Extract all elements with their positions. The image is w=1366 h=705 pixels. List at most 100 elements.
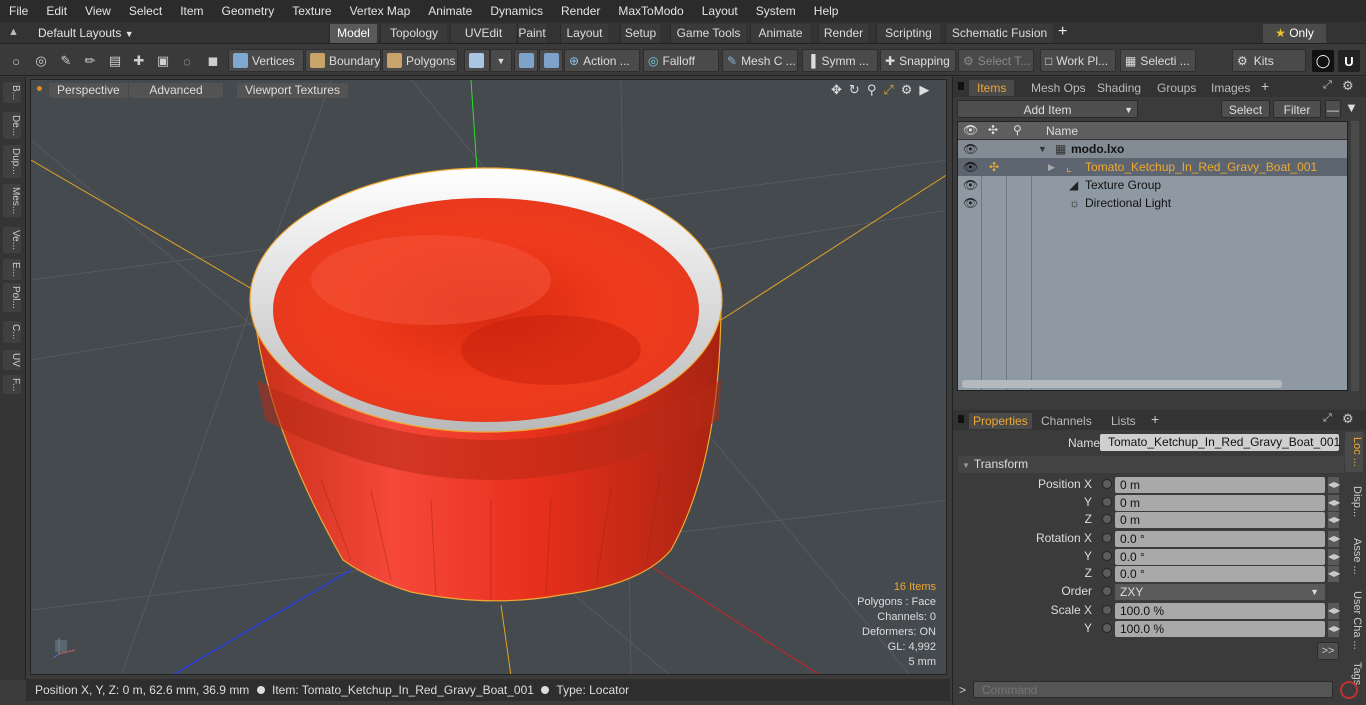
add-item-button[interactable]: Add Item ▼ bbox=[957, 100, 1138, 118]
advanced-tab[interactable]: Advanced bbox=[129, 83, 223, 98]
square-icon[interactable]: ▣ bbox=[152, 50, 174, 72]
menu-item-view[interactable]: View bbox=[76, 0, 120, 22]
snap-b-button[interactable] bbox=[539, 49, 563, 72]
stepper-arrows-icon[interactable]: ◀▶ bbox=[1328, 512, 1340, 528]
left-tab-4[interactable]: Ve... bbox=[3, 227, 21, 254]
perspective-tab[interactable]: Perspective bbox=[49, 83, 128, 98]
action-center-button[interactable]: ⊕ Action ... bbox=[564, 49, 640, 72]
left-tab-9[interactable]: F... bbox=[3, 375, 21, 395]
menu-item-system[interactable]: System bbox=[747, 0, 805, 22]
tab-setup[interactable]: Setup bbox=[620, 24, 660, 43]
globe-icon[interactable]: ◎ bbox=[30, 50, 52, 72]
list-item[interactable]: 👁 ◢ Texture Group bbox=[958, 176, 1347, 194]
keyframe-dot-icon[interactable] bbox=[1102, 514, 1112, 524]
expand-panel-icon[interactable]: ⤢ bbox=[1323, 412, 1332, 425]
circle-select-icon[interactable]: ○ bbox=[5, 50, 27, 72]
menu-item-dynamics[interactable]: Dynamics bbox=[481, 0, 552, 22]
stepper-arrows-icon[interactable]: ◀▶ bbox=[1328, 603, 1340, 619]
panel-menu-icon[interactable] bbox=[958, 82, 964, 90]
value-field[interactable]: 0.0 ° bbox=[1115, 531, 1325, 547]
stepper-arrows-icon[interactable]: ◀▶ bbox=[1328, 621, 1340, 637]
keyframe-dot-icon[interactable] bbox=[1102, 479, 1112, 489]
record-icon[interactable] bbox=[1340, 681, 1358, 699]
menu-item-edit[interactable]: Edit bbox=[37, 0, 76, 22]
list-item-selected[interactable]: 👁 ✣ ▶ ⌞ Tomato_Ketchup_In_Red_Gravy_Boat… bbox=[958, 158, 1347, 176]
zoom-view-icon[interactable]: ⚲ bbox=[867, 82, 884, 97]
side-tab-0[interactable]: Loc ... bbox=[1345, 432, 1363, 472]
order-dropdown[interactable]: ZXY ▼ bbox=[1115, 584, 1325, 600]
3d-viewport[interactable]: Perspective Advanced Viewport Textures ✥… bbox=[30, 79, 947, 675]
tab-items[interactable]: Items bbox=[969, 80, 1015, 96]
keyframe-dot-icon[interactable] bbox=[1102, 586, 1112, 596]
funnel-icon[interactable]: ▼ bbox=[1345, 100, 1358, 115]
stepper-arrows-icon[interactable]: ◀▶ bbox=[1328, 549, 1340, 565]
panel-gear-icon[interactable]: ⚙ bbox=[1342, 411, 1354, 427]
left-tab-8[interactable]: UV bbox=[3, 350, 21, 370]
menu-item-select[interactable]: Select bbox=[120, 0, 171, 22]
tab-render[interactable]: Render bbox=[818, 24, 868, 43]
expand-triangle-icon[interactable]: ▼ bbox=[1038, 140, 1047, 158]
keyframe-dot-icon[interactable] bbox=[1102, 623, 1112, 633]
expand-panel-icon[interactable]: ⤢ bbox=[1323, 79, 1332, 92]
tab-model[interactable]: Model bbox=[329, 24, 377, 43]
select-button[interactable]: Select bbox=[1221, 100, 1270, 118]
name-field[interactable]: Tomato_Ketchup_In_Red_Gravy_Boat_001 bbox=[1100, 434, 1340, 451]
menu-item-texture[interactable]: Texture bbox=[283, 0, 340, 22]
keyframe-dot-icon[interactable] bbox=[1102, 568, 1112, 578]
keyframe-dot-icon[interactable] bbox=[1102, 497, 1112, 507]
tab-layout[interactable]: Layout bbox=[560, 24, 608, 43]
tab-images[interactable]: Images bbox=[1211, 80, 1250, 96]
tab-scripting[interactable]: Scripting bbox=[876, 24, 940, 43]
side-tab-2[interactable]: Asse ... bbox=[1345, 532, 1363, 580]
work-plane-button[interactable]: □ Work Pl... bbox=[1040, 49, 1116, 72]
value-field[interactable]: 0.0 ° bbox=[1115, 566, 1325, 582]
move-view-icon[interactable]: ✥ bbox=[831, 82, 849, 97]
circle-icon[interactable]: ◌ bbox=[176, 50, 198, 72]
menu-item-vertex-map[interactable]: Vertex Map bbox=[341, 0, 420, 22]
keyframe-dot-icon[interactable] bbox=[1102, 605, 1112, 615]
expand-view-icon[interactable]: ▶ bbox=[919, 82, 936, 97]
fit-view-icon[interactable]: ⤢ bbox=[883, 82, 900, 97]
eye-icon[interactable]: 👁 bbox=[963, 176, 978, 194]
settings-view-icon[interactable]: ⚙ bbox=[901, 82, 920, 97]
menu-item-geometry[interactable]: Geometry bbox=[213, 0, 284, 22]
mesh-constraint-button[interactable]: ✎ Mesh C ... bbox=[722, 49, 798, 72]
tab-animate[interactable]: Animate bbox=[750, 24, 810, 43]
add-tab-icon[interactable]: + bbox=[1261, 78, 1269, 94]
tab-groups[interactable]: Groups bbox=[1157, 80, 1196, 96]
cube-icon[interactable]: ◼ bbox=[202, 50, 224, 72]
filter-button[interactable]: Filter bbox=[1273, 100, 1321, 118]
list-vscrollbar[interactable] bbox=[1351, 121, 1359, 391]
left-tab-5[interactable]: E... bbox=[3, 259, 21, 281]
vertices-button[interactable]: Vertices bbox=[228, 49, 304, 72]
left-tab-6[interactable]: Pol... bbox=[3, 283, 21, 312]
stepper-arrows-icon[interactable]: ◀▶ bbox=[1328, 477, 1340, 493]
value-field[interactable]: 100.0 % bbox=[1115, 603, 1325, 619]
value-field[interactable]: 100.0 % bbox=[1115, 621, 1325, 637]
add-layout-tab-icon[interactable]: + bbox=[1058, 23, 1067, 41]
command-input[interactable] bbox=[973, 681, 1333, 698]
left-tab-3[interactable]: Mes... bbox=[3, 184, 21, 218]
name-column-header[interactable]: Name bbox=[1046, 122, 1078, 140]
tab-shading[interactable]: Shading bbox=[1097, 80, 1141, 96]
tab-properties[interactable]: Properties bbox=[969, 413, 1032, 429]
menu-item-render[interactable]: Render bbox=[552, 0, 609, 22]
eye-icon[interactable]: 👁 bbox=[963, 158, 978, 176]
menu-item-item[interactable]: Item bbox=[171, 0, 212, 22]
left-tab-7[interactable]: C... bbox=[3, 321, 21, 343]
stepper-arrows-icon[interactable]: ◀▶ bbox=[1328, 566, 1340, 582]
collapse-icon[interactable]: ― bbox=[1325, 100, 1341, 118]
list-item[interactable]: 👁 ☼ Directional Light bbox=[958, 194, 1347, 212]
layout-grip-icon[interactable]: ▲ bbox=[8, 26, 20, 39]
menu-item-maxtomodo[interactable]: MaxToModo bbox=[609, 0, 692, 22]
side-tab-3[interactable]: User Cha ... bbox=[1345, 584, 1363, 656]
value-field[interactable]: 0 m bbox=[1115, 512, 1325, 528]
viewport-menu-dot[interactable] bbox=[37, 86, 42, 91]
tab-lists[interactable]: Lists bbox=[1111, 413, 1136, 429]
eye-icon[interactable]: 👁 bbox=[963, 194, 978, 212]
tab-game-tools[interactable]: Game Tools bbox=[670, 24, 746, 43]
snapping-button[interactable]: ✚ Snapping bbox=[880, 49, 956, 72]
list-hscrollbar[interactable] bbox=[962, 380, 1282, 388]
brush-icon[interactable]: ✏ bbox=[79, 50, 101, 72]
menu-item-help[interactable]: Help bbox=[805, 0, 848, 22]
